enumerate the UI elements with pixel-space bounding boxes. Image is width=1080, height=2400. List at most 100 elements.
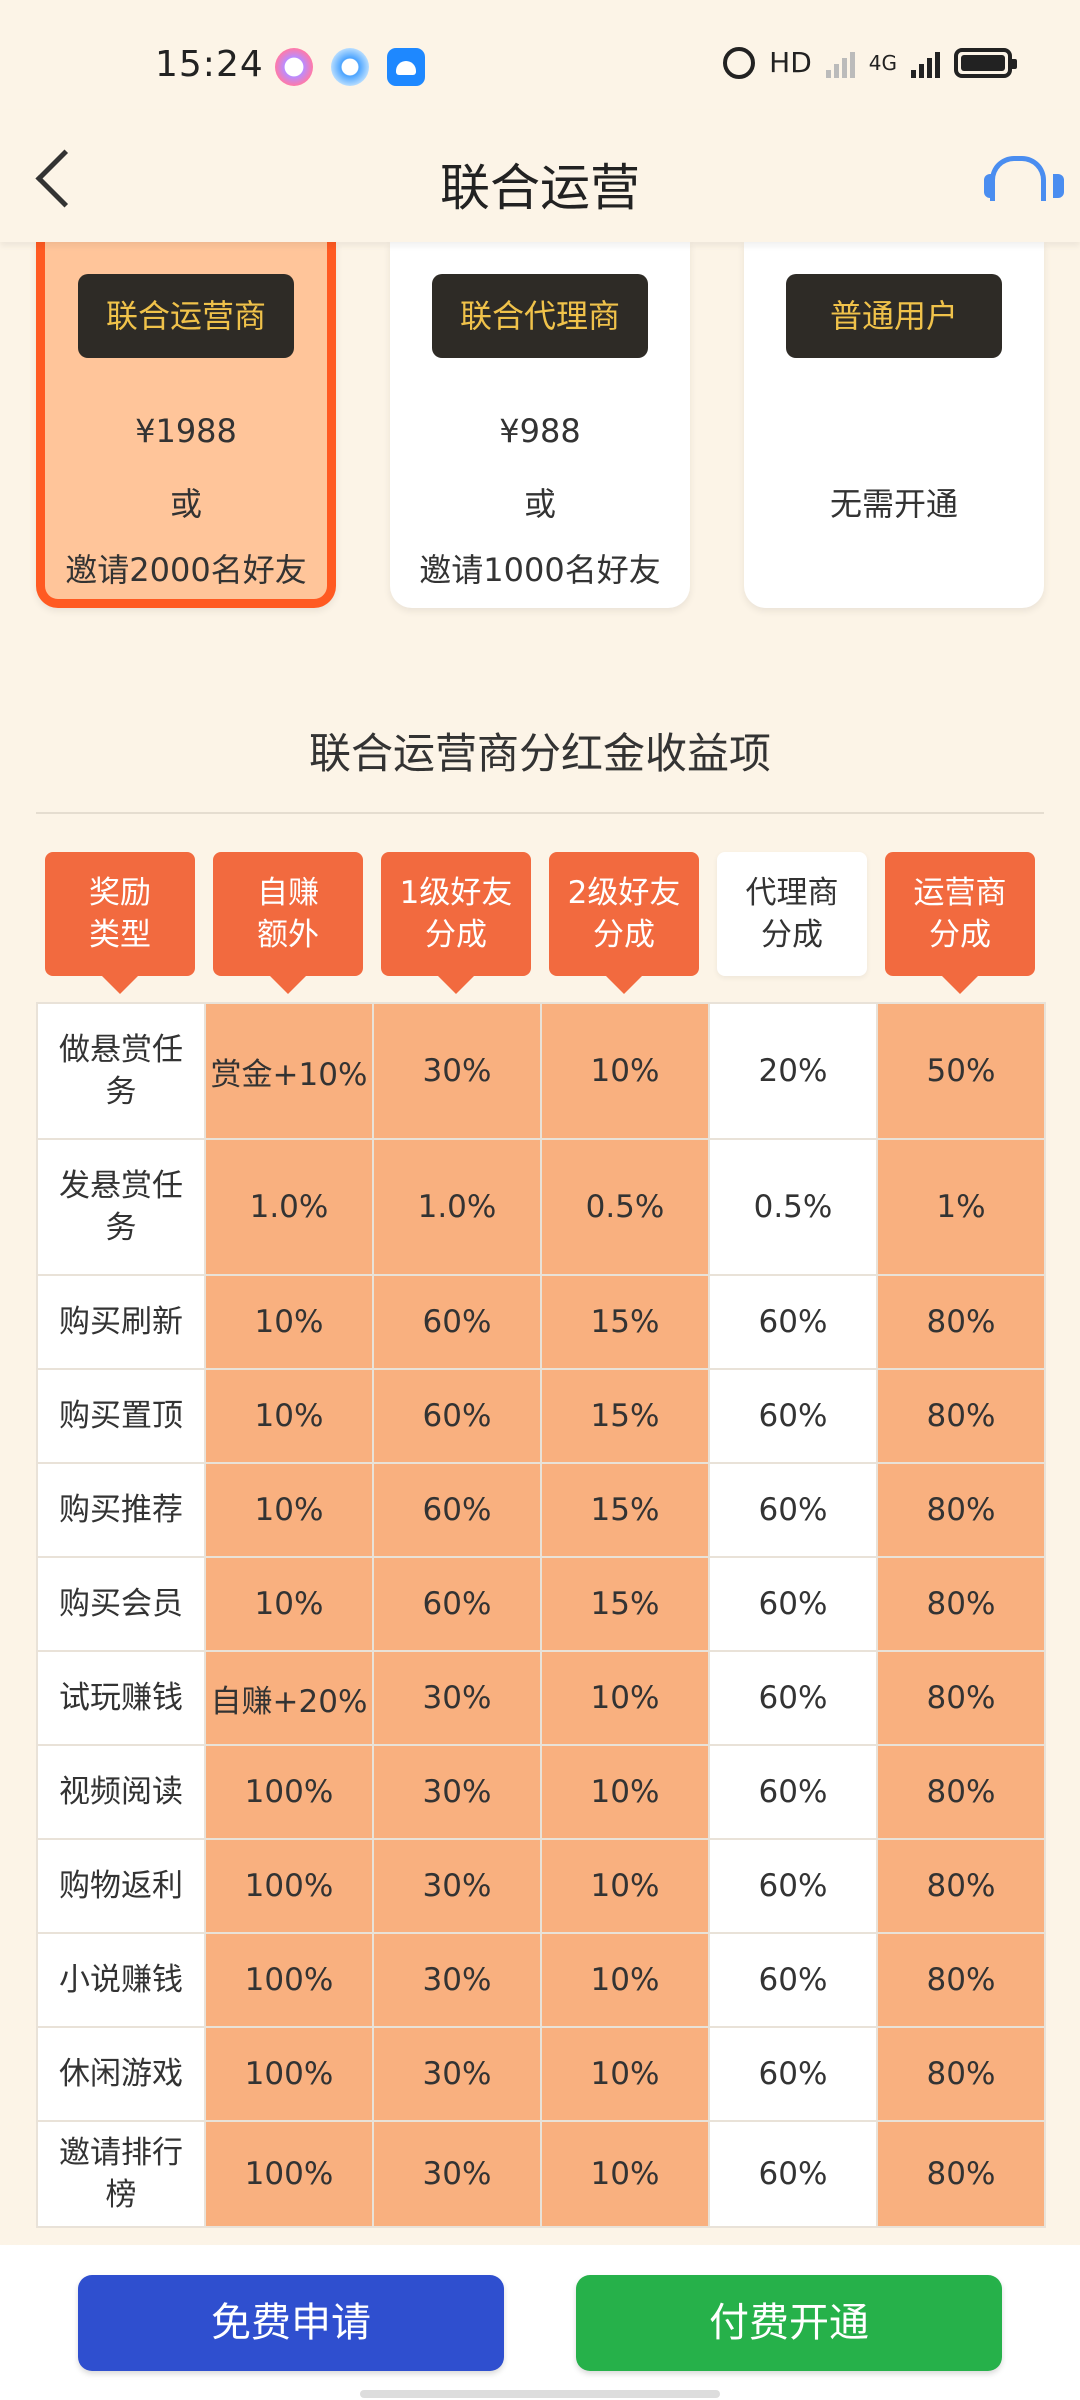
- plan-badge: 联合运营商: [78, 274, 294, 358]
- network-type-label: 4G: [868, 50, 897, 75]
- table-cell: 100%: [204, 2120, 374, 2228]
- signal-sim1-icon: [825, 48, 855, 78]
- table-cell: 1%: [876, 1138, 1046, 1276]
- customer-service-headset-icon[interactable]: [984, 150, 1064, 206]
- row-label: 发悬赏任务: [36, 1138, 206, 1276]
- row-label: 邀请排行榜: [36, 2120, 206, 2228]
- table-cell: 15%: [540, 1274, 710, 1370]
- row-label: 小说赚钱: [36, 1932, 206, 2028]
- home-indicator[interactable]: [360, 2390, 720, 2398]
- table-row: 小说赚钱 100% 30% 10% 60% 80%: [36, 1932, 1046, 2028]
- table-cell: 80%: [876, 1274, 1046, 1370]
- revenue-table: 做悬赏任务赏金+10% 30% 10% 20% 50% 发悬赏任务 1.0% 1.0% 0.5%…: [36, 1002, 1046, 2228]
- table-cell: 100%: [204, 1932, 374, 2028]
- table-row: 试玩赚钱 自赚+20% 30% 10% 60% 80%: [36, 1650, 1046, 1746]
- plan-card-operator[interactable]: 联合运营商 ¥1988 或 邀请2000名好友: [36, 242, 336, 608]
- row-label: 购物返利: [36, 1838, 206, 1934]
- table-cell: 1.0%: [204, 1138, 374, 1276]
- table-cell: 10%: [540, 1650, 710, 1746]
- row-label: 视频阅读: [36, 1744, 206, 1840]
- plan-invite-requirement: 邀请1000名好友: [419, 551, 661, 589]
- bottom-action-bar: 免费申请 付费开通: [0, 2245, 1080, 2400]
- plan-badge: 普通用户: [786, 274, 1002, 358]
- table-cell: 80%: [876, 1462, 1046, 1558]
- plan-price: ¥988: [499, 412, 581, 450]
- table-column-headers: 奖励 类型 自赚 额外 1级好友 分成 2级好友 分成 代理商 分成 运营商 分成: [0, 852, 1080, 1002]
- column-header-reward-type: 奖励 类型: [45, 852, 195, 994]
- table-cell: 60%: [372, 1462, 542, 1558]
- table-cell: 60%: [372, 1274, 542, 1370]
- table-cell: 10%: [540, 1932, 710, 2028]
- table-cell: 15%: [540, 1368, 710, 1464]
- column-header-operator-share: 运营商 分成: [885, 852, 1035, 994]
- table-cell: 80%: [876, 1744, 1046, 1840]
- plan-or: 或: [523, 485, 556, 523]
- table-row: 邀请排行榜 100% 30% 10% 60% 80%: [36, 2120, 1046, 2228]
- status-time: 15:24: [155, 44, 264, 85]
- table-row: 休闲游戏 100% 30% 10% 60% 80%: [36, 2026, 1046, 2122]
- paid-activate-button[interactable]: 付费开通: [576, 2275, 1002, 2371]
- table-row: 购物返利 100% 30% 10% 60% 80%: [36, 1838, 1046, 1934]
- table-row: 视频阅读 100% 30% 10% 60% 80%: [36, 1744, 1046, 1840]
- table-cell: 60%: [372, 1368, 542, 1464]
- table-cell: 80%: [876, 1368, 1046, 1464]
- table-cell: 10%: [540, 2026, 710, 2122]
- table-cell: 100%: [204, 1744, 374, 1840]
- column-header-agent-share: 代理商 分成: [717, 852, 867, 976]
- table-cell: 80%: [876, 1556, 1046, 1652]
- plan-card-normal-user[interactable]: 普通用户 无需开通: [744, 242, 1044, 608]
- table-row: 购买刷新 10% 60% 15% 60% 80%: [36, 1274, 1046, 1370]
- table-cell: 10%: [204, 1462, 374, 1558]
- column-header-level1-share: 1级好友 分成: [381, 852, 531, 994]
- table-cell: 30%: [372, 2120, 542, 2228]
- signal-sim2-icon: [911, 48, 940, 78]
- table-cell: 60%: [708, 1462, 878, 1558]
- table-cell: 60%: [372, 1556, 542, 1652]
- row-label: 购买刷新: [36, 1274, 206, 1370]
- table-row: 购买会员 10% 60% 15% 60% 80%: [36, 1556, 1046, 1652]
- table-cell: 60%: [708, 1274, 878, 1370]
- table-cell: 60%: [708, 1368, 878, 1464]
- table-cell: 1.0%: [372, 1138, 542, 1276]
- table-cell: 60%: [708, 1838, 878, 1934]
- plan-price: ¥1988: [135, 412, 237, 450]
- table-cell: 10%: [540, 1002, 710, 1140]
- plan-badge: 联合代理商: [432, 274, 648, 358]
- table-cell: 30%: [372, 1650, 542, 1746]
- table-cell: 10%: [540, 2120, 710, 2228]
- table-cell: 0.5%: [540, 1138, 710, 1276]
- nav-header: 联合运营: [0, 110, 1080, 242]
- table-cell: 60%: [708, 1744, 878, 1840]
- table-cell: 30%: [372, 1002, 542, 1140]
- table-cell: 赏金+10%: [204, 1002, 374, 1140]
- table-cell: 80%: [876, 2120, 1046, 2228]
- plan-card-agent[interactable]: 联合代理商 ¥988 或 邀请1000名好友: [390, 242, 690, 608]
- battery-icon: [954, 47, 1017, 78]
- table-cell: 15%: [540, 1462, 710, 1558]
- table-cell: 60%: [708, 1556, 878, 1652]
- status-indicators: HD 4G: [723, 46, 1017, 79]
- plan-note: 无需开通: [829, 485, 958, 523]
- table-cell: 30%: [372, 2026, 542, 2122]
- table-cell: 60%: [708, 1650, 878, 1746]
- table-row: 购买推荐 10% 60% 15% 60% 80%: [36, 1462, 1046, 1558]
- row-label: 购买推荐: [36, 1462, 206, 1558]
- table-cell: 30%: [372, 1932, 542, 2028]
- status-app-icons: [275, 48, 425, 86]
- free-apply-button[interactable]: 免费申请: [78, 2275, 504, 2371]
- revenue-table-body: 做悬赏任务赏金+10% 30% 10% 20% 50% 发悬赏任务 1.0% 1.0% 0.5%…: [36, 1002, 1046, 2228]
- plan-or: 或: [169, 485, 202, 523]
- status-bar: 15:24 HD 4G: [0, 0, 1080, 110]
- row-label: 做悬赏任务: [36, 1002, 206, 1140]
- table-row: 做悬赏任务赏金+10% 30% 10% 20% 50%: [36, 1002, 1046, 1140]
- table-cell: 自赚+20%: [204, 1650, 374, 1746]
- table-cell: 50%: [876, 1002, 1046, 1140]
- section-title: 联合运营商分红金收益项: [308, 729, 771, 778]
- table-cell: 0.5%: [708, 1138, 878, 1276]
- table-cell: 60%: [708, 2120, 878, 2228]
- row-label: 休闲游戏: [36, 2026, 206, 2122]
- row-label: 试玩赚钱: [36, 1650, 206, 1746]
- table-cell: 30%: [372, 1838, 542, 1934]
- table-cell: 100%: [204, 1838, 374, 1934]
- section-divider: [36, 812, 1044, 814]
